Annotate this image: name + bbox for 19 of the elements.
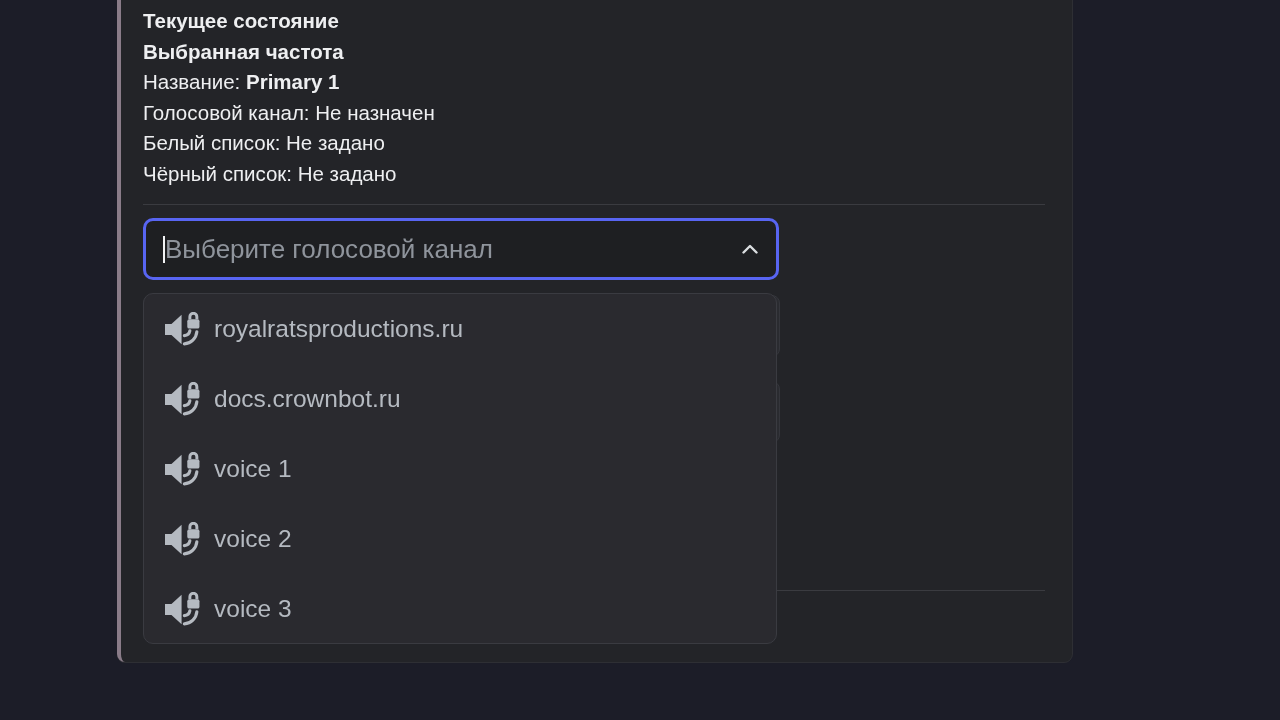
text-cursor-icon	[163, 235, 165, 263]
channel-option[interactable]: docs.crownbot.ru	[144, 364, 776, 434]
speaker-lock-icon	[164, 521, 201, 557]
embed-field-text: Голосовой канал: Не назначен	[143, 99, 435, 126]
channel-select[interactable]: Выберите голосовой канал	[143, 218, 779, 280]
speaker-lock-icon	[164, 311, 201, 347]
channel-option[interactable]: voice 3	[144, 574, 776, 644]
speaker-lock-icon	[164, 591, 201, 627]
speaker-lock-icon	[164, 451, 201, 487]
embed-field-text: Белый список: Не задано	[143, 130, 385, 156]
embed-heading: Выбранная частота	[143, 38, 344, 65]
speaker-lock-icon	[164, 381, 201, 417]
channel-option[interactable]: royalratsproductions.ru	[144, 294, 776, 364]
embed-field-text: Название: Primary 1	[143, 69, 340, 95]
channel-option[interactable]: voice 2	[144, 504, 776, 574]
channel-search-field[interactable]: Выберите голосовой канал	[165, 229, 730, 269]
embed-field-text: Чёрный список: Не задано	[143, 160, 397, 187]
embed-heading: Текущее состояние	[143, 8, 339, 34]
channel-option[interactable]: voice 1	[144, 434, 776, 504]
